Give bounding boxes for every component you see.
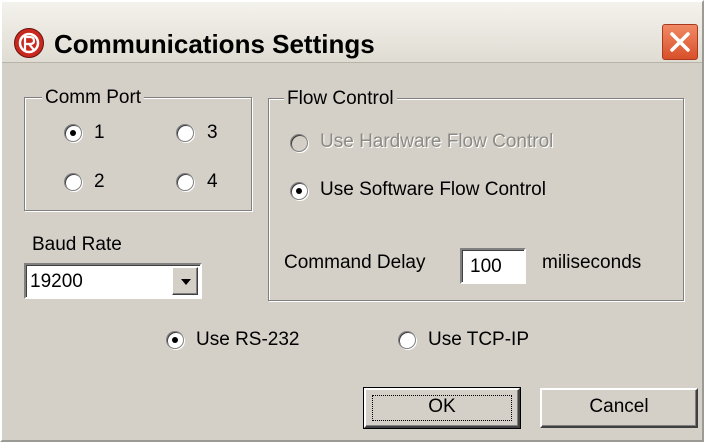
comm-port-legend: Comm Port: [42, 88, 145, 108]
comm-port-1-radio[interactable]: [64, 124, 82, 142]
ok-button[interactable]: OK: [363, 387, 521, 429]
chevron-down-icon: [181, 279, 191, 285]
comm-port-2-label[interactable]: 2: [94, 171, 105, 193]
cancel-button[interactable]: Cancel: [540, 388, 698, 428]
cancel-button-label: Cancel: [589, 396, 649, 417]
comm-port-4-label[interactable]: 4: [207, 171, 218, 193]
dialog-title: Communications Settings: [54, 29, 375, 59]
command-delay-unit: miliseconds: [542, 252, 642, 273]
software-flow-control-radio[interactable]: [290, 182, 308, 200]
hardware-flow-control-label: Use Hardware Flow Control: [320, 131, 554, 152]
flow-control-legend: Flow Control: [284, 89, 397, 109]
comm-port-2-radio[interactable]: [64, 173, 82, 191]
hardware-flow-control-radio: [290, 134, 308, 152]
tcpip-label[interactable]: Use TCP-IP: [428, 329, 529, 351]
rs232-label[interactable]: Use RS-232: [196, 329, 300, 351]
software-flow-control-label[interactable]: Use Software Flow Control: [320, 179, 546, 201]
comm-port-4-radio[interactable]: [176, 173, 194, 191]
comm-port-1-label[interactable]: 1: [94, 122, 105, 144]
comm-port-group: [24, 97, 252, 211]
title-bar[interactable]: Communications Settings: [2, 2, 702, 63]
comm-port-3-label[interactable]: 3: [207, 122, 218, 144]
rs232-radio[interactable]: [166, 331, 184, 349]
baud-rate-value: 19200: [30, 271, 83, 292]
baud-rate-dropdown-button[interactable]: [172, 267, 198, 295]
tcpip-radio[interactable]: [398, 331, 416, 349]
close-icon: [670, 32, 690, 52]
baud-rate-select[interactable]: 19200: [24, 263, 202, 299]
comm-port-3-radio[interactable]: [176, 124, 194, 142]
command-delay-label: Command Delay: [284, 252, 426, 273]
command-delay-input[interactable]: 100: [460, 248, 526, 284]
focus-indicator: [372, 395, 512, 421]
communications-settings-dialog: Communications Settings Comm Port 1 3 2 …: [0, 0, 704, 442]
app-icon: [14, 28, 44, 58]
baud-rate-label: Baud Rate: [32, 234, 122, 255]
close-button[interactable]: [662, 24, 698, 60]
